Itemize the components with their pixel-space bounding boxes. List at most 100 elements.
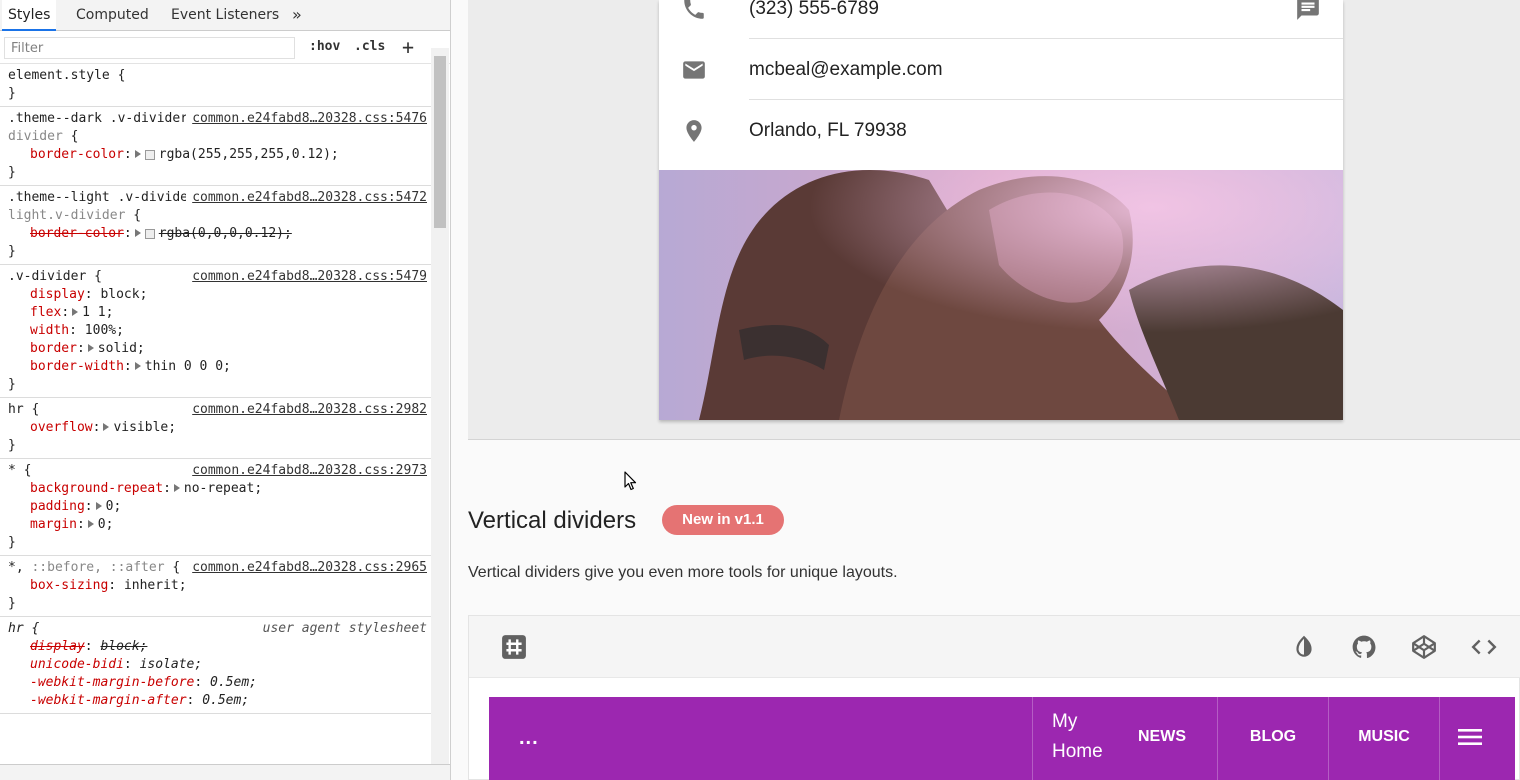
color-swatch[interactable]: [144, 149, 155, 160]
css-property[interactable]: margin: [30, 517, 77, 532]
css-declaration[interactable]: border: solid;: [8, 340, 431, 358]
css-declaration[interactable]: display: block;: [8, 286, 431, 304]
invert-colors-icon[interactable]: [1291, 634, 1317, 660]
css-property[interactable]: border-width: [30, 359, 124, 374]
tab-event-listeners[interactable]: Event Listeners: [165, 0, 285, 31]
expand-arrow-icon[interactable]: [134, 362, 141, 370]
expand-arrow-icon[interactable]: [87, 520, 94, 528]
css-value[interactable]: thin 0 0 0;: [145, 359, 231, 374]
css-value[interactable]: 0;: [98, 517, 114, 532]
page-viewport: (323) 555-6789 mcbeal@example.com Orland…: [451, 0, 1520, 780]
css-value[interactable]: block;: [100, 639, 147, 654]
expand-arrow-icon[interactable]: [95, 502, 102, 510]
expand-arrow-icon[interactable]: [134, 229, 141, 237]
rule-closing-brace: }: [8, 596, 16, 611]
email-row[interactable]: mcbeal@example.com: [659, 39, 1343, 100]
rule-closing-brace: }: [8, 165, 16, 180]
double-chevron-right-icon[interactable]: »: [286, 0, 308, 31]
expand-arrow-icon[interactable]: [134, 150, 141, 158]
css-declaration[interactable]: -webkit-margin-after: 0.5em;: [8, 692, 431, 710]
selector-text: .v-divider {: [8, 269, 102, 284]
css-property[interactable]: flex: [30, 305, 61, 320]
menu-icon[interactable]: [1457, 727, 1483, 747]
hash-icon[interactable]: [501, 634, 527, 660]
source-link[interactable]: common.e24fabd8…20328.css:5479: [186, 268, 427, 286]
color-swatch[interactable]: [144, 228, 155, 239]
css-declaration[interactable]: margin: 0;: [8, 516, 431, 534]
cls-toggle-button[interactable]: .cls: [354, 39, 385, 54]
nav-link-music[interactable]: MUSIC: [1344, 697, 1424, 777]
more-dots-button[interactable]: ...: [519, 727, 539, 750]
css-property[interactable]: display: [30, 639, 85, 654]
nav-link-news[interactable]: NEWS: [1122, 697, 1202, 777]
styles-scrollbar[interactable]: [431, 48, 449, 764]
source-link[interactable]: common.e24fabd8…20328.css:2982: [186, 401, 427, 419]
css-declaration[interactable]: padding: 0;: [8, 498, 431, 516]
css-property[interactable]: border: [30, 341, 77, 356]
new-style-rule-button[interactable]: +: [402, 35, 414, 59]
css-property[interactable]: border-color: [30, 147, 124, 162]
css-property[interactable]: -webkit-margin-after: [30, 693, 187, 708]
source-link[interactable]: common.e24fabd8…20328.css:2965: [186, 559, 427, 577]
css-declaration[interactable]: unicode-bidi: isolate;: [8, 656, 431, 674]
css-declaration[interactable]: box-sizing: inherit;: [8, 577, 431, 595]
css-declaration[interactable]: overflow: visible;: [8, 419, 431, 437]
css-value[interactable]: 0.5em;: [202, 693, 249, 708]
css-value[interactable]: inherit;: [124, 578, 187, 593]
css-property[interactable]: padding: [30, 499, 85, 514]
message-icon[interactable]: [1295, 0, 1321, 22]
expand-arrow-icon[interactable]: [103, 423, 110, 431]
css-property[interactable]: -webkit-margin-before: [30, 675, 194, 690]
tab-styles[interactable]: Styles: [2, 0, 57, 31]
tab-computed[interactable]: Computed: [70, 0, 155, 31]
code-icon[interactable]: [1471, 634, 1497, 660]
devtools-bottom-bar: [0, 764, 450, 780]
style-rule: hr {user agent stylesheet display: block;…: [0, 617, 431, 714]
expand-arrow-icon[interactable]: [72, 308, 79, 316]
css-value[interactable]: block;: [100, 287, 147, 302]
source-link[interactable]: common.e24fabd8…20328.css:5472: [186, 189, 427, 207]
nav-link-blog[interactable]: BLOG: [1233, 697, 1313, 777]
mouse-cursor-icon: [624, 471, 637, 491]
css-property[interactable]: border-color: [30, 226, 124, 241]
section-title: Vertical dividers: [468, 507, 637, 534]
css-declaration[interactable]: -webkit-margin-before: 0.5em;: [8, 674, 431, 692]
expand-arrow-icon[interactable]: [173, 484, 180, 492]
rule-selector[interactable]: element.style {: [8, 67, 431, 85]
styles-filter-input[interactable]: [4, 37, 295, 59]
css-value[interactable]: rgba(255,255,255,0.12);: [159, 147, 339, 162]
css-declaration[interactable]: flex: 1 1;: [8, 304, 431, 322]
css-property[interactable]: background-repeat: [30, 481, 163, 496]
css-value[interactable]: no-repeat;: [184, 481, 262, 496]
css-value[interactable]: isolate;: [140, 657, 203, 672]
css-value[interactable]: solid;: [98, 341, 145, 356]
location-row[interactable]: Orlando, FL 79938: [659, 100, 1343, 161]
source-link[interactable]: common.e24fabd8…20328.css:5476: [186, 110, 427, 128]
css-value[interactable]: 1 1;: [82, 305, 113, 320]
css-property[interactable]: box-sizing: [30, 578, 108, 593]
scrollbar-thumb[interactable]: [434, 56, 446, 228]
vertical-divider: [1032, 697, 1033, 780]
css-declaration[interactable]: border-color: rgba(255,255,255,0.12);: [8, 146, 431, 164]
css-value[interactable]: 100%;: [85, 323, 124, 338]
source-link[interactable]: common.e24fabd8…20328.css:2973: [186, 462, 427, 480]
css-declaration[interactable]: width: 100%;: [8, 322, 431, 340]
css-value[interactable]: rgba(0,0,0,0.12);: [159, 226, 292, 241]
css-declaration[interactable]: border-width: thin 0 0 0;: [8, 358, 431, 376]
css-property[interactable]: display: [30, 287, 85, 302]
mail-icon: [683, 61, 705, 79]
css-property[interactable]: width: [30, 323, 69, 338]
github-icon[interactable]: [1351, 634, 1377, 660]
css-property[interactable]: unicode-bidi: [30, 657, 124, 672]
css-declaration[interactable]: display: block;: [8, 638, 431, 656]
css-value[interactable]: 0;: [106, 499, 122, 514]
css-declaration[interactable]: background-repeat: no-repeat;: [8, 480, 431, 498]
css-declaration[interactable]: border-color: rgba(0,0,0,0.12);: [8, 225, 431, 243]
phone-row[interactable]: (323) 555-6789: [659, 0, 1343, 39]
hov-toggle-button[interactable]: :hov: [309, 39, 340, 54]
css-value[interactable]: visible;: [113, 420, 176, 435]
codepen-icon[interactable]: [1411, 634, 1437, 660]
css-property[interactable]: overflow: [30, 420, 93, 435]
css-value[interactable]: 0.5em;: [210, 675, 257, 690]
expand-arrow-icon[interactable]: [87, 344, 94, 352]
